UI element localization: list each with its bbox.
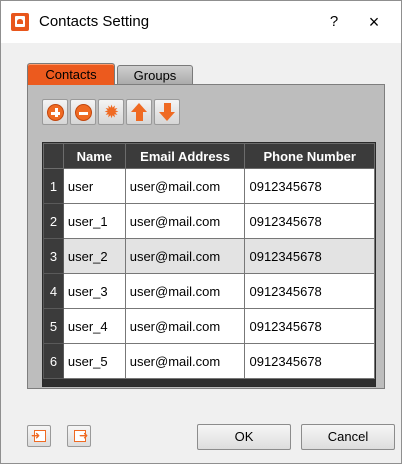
column-header-email[interactable]: Email Address (124, 143, 246, 169)
add-contact-button[interactable] (42, 99, 68, 125)
table-row-selected[interactable]: 3 user_2 user@mail.com 0912345678 (43, 238, 375, 274)
row-number: 1 (43, 168, 64, 204)
move-down-button[interactable] (154, 99, 180, 125)
tab-contacts[interactable]: Contacts (27, 63, 115, 85)
contacts-setting-dialog: Contacts Setting ? × Contacts Groups ✹ N… (0, 0, 402, 464)
plus-circle-icon (47, 104, 64, 121)
gear-icon: ✹ (103, 102, 120, 122)
cell-name[interactable]: user_4 (62, 308, 126, 344)
cell-name[interactable]: user_1 (62, 203, 126, 239)
row-number-header (43, 143, 64, 169)
cell-name[interactable]: user_3 (62, 273, 126, 309)
cell-email[interactable]: user@mail.com (124, 238, 246, 274)
row-number: 5 (43, 308, 64, 344)
cell-email[interactable]: user@mail.com (124, 203, 246, 239)
cancel-button[interactable]: Cancel (301, 424, 395, 450)
window-title: Contacts Setting (39, 13, 150, 30)
table-row[interactable]: 1 user user@mail.com 0912345678 (43, 168, 375, 204)
cell-phone[interactable]: 0912345678 (244, 343, 375, 379)
remove-contact-button[interactable] (70, 99, 96, 125)
row-number: 6 (43, 343, 64, 379)
cell-name[interactable]: user (62, 168, 126, 204)
cell-phone[interactable]: 0912345678 (244, 273, 375, 309)
cell-phone[interactable]: 0912345678 (244, 168, 375, 204)
cell-email[interactable]: user@mail.com (124, 343, 246, 379)
tab-groups[interactable]: Groups (117, 65, 193, 85)
table-row[interactable]: 6 user_5 user@mail.com 0912345678 (43, 343, 375, 379)
cell-name[interactable]: user_2 (62, 238, 126, 274)
cell-phone[interactable]: 0912345678 (244, 238, 375, 274)
cell-name[interactable]: user_5 (62, 343, 126, 379)
import-button[interactable]: ➜ (27, 425, 51, 447)
move-up-button[interactable] (126, 99, 152, 125)
export-button[interactable]: ➜ (67, 425, 91, 447)
cell-email[interactable]: user@mail.com (124, 308, 246, 344)
row-number: 3 (43, 238, 64, 274)
column-header-name[interactable]: Name (62, 143, 126, 169)
contacts-panel: ✹ Name Email Address Phone Number 1 user… (27, 84, 385, 389)
help-button[interactable]: ? (319, 10, 349, 34)
settings-button[interactable]: ✹ (98, 99, 124, 125)
cell-phone[interactable]: 0912345678 (244, 308, 375, 344)
row-number: 2 (43, 203, 64, 239)
close-button[interactable]: × (359, 10, 389, 34)
title-bar: Contacts Setting ? × (1, 1, 401, 43)
ok-button[interactable]: OK (197, 424, 291, 450)
row-number: 4 (43, 273, 64, 309)
cell-email[interactable]: user@mail.com (124, 168, 246, 204)
contacts-table: Name Email Address Phone Number 1 user u… (42, 142, 376, 387)
minus-circle-icon (75, 104, 92, 121)
table-row[interactable]: 2 user_1 user@mail.com 0912345678 (43, 203, 375, 239)
table-header-row: Name Email Address Phone Number (43, 143, 375, 169)
table-row[interactable]: 5 user_4 user@mail.com 0912345678 (43, 308, 375, 344)
app-logo-icon (11, 13, 29, 31)
cell-phone[interactable]: 0912345678 (244, 203, 375, 239)
column-header-phone[interactable]: Phone Number (244, 143, 375, 169)
table-row[interactable]: 4 user_3 user@mail.com 0912345678 (43, 273, 375, 309)
cell-email[interactable]: user@mail.com (124, 273, 246, 309)
